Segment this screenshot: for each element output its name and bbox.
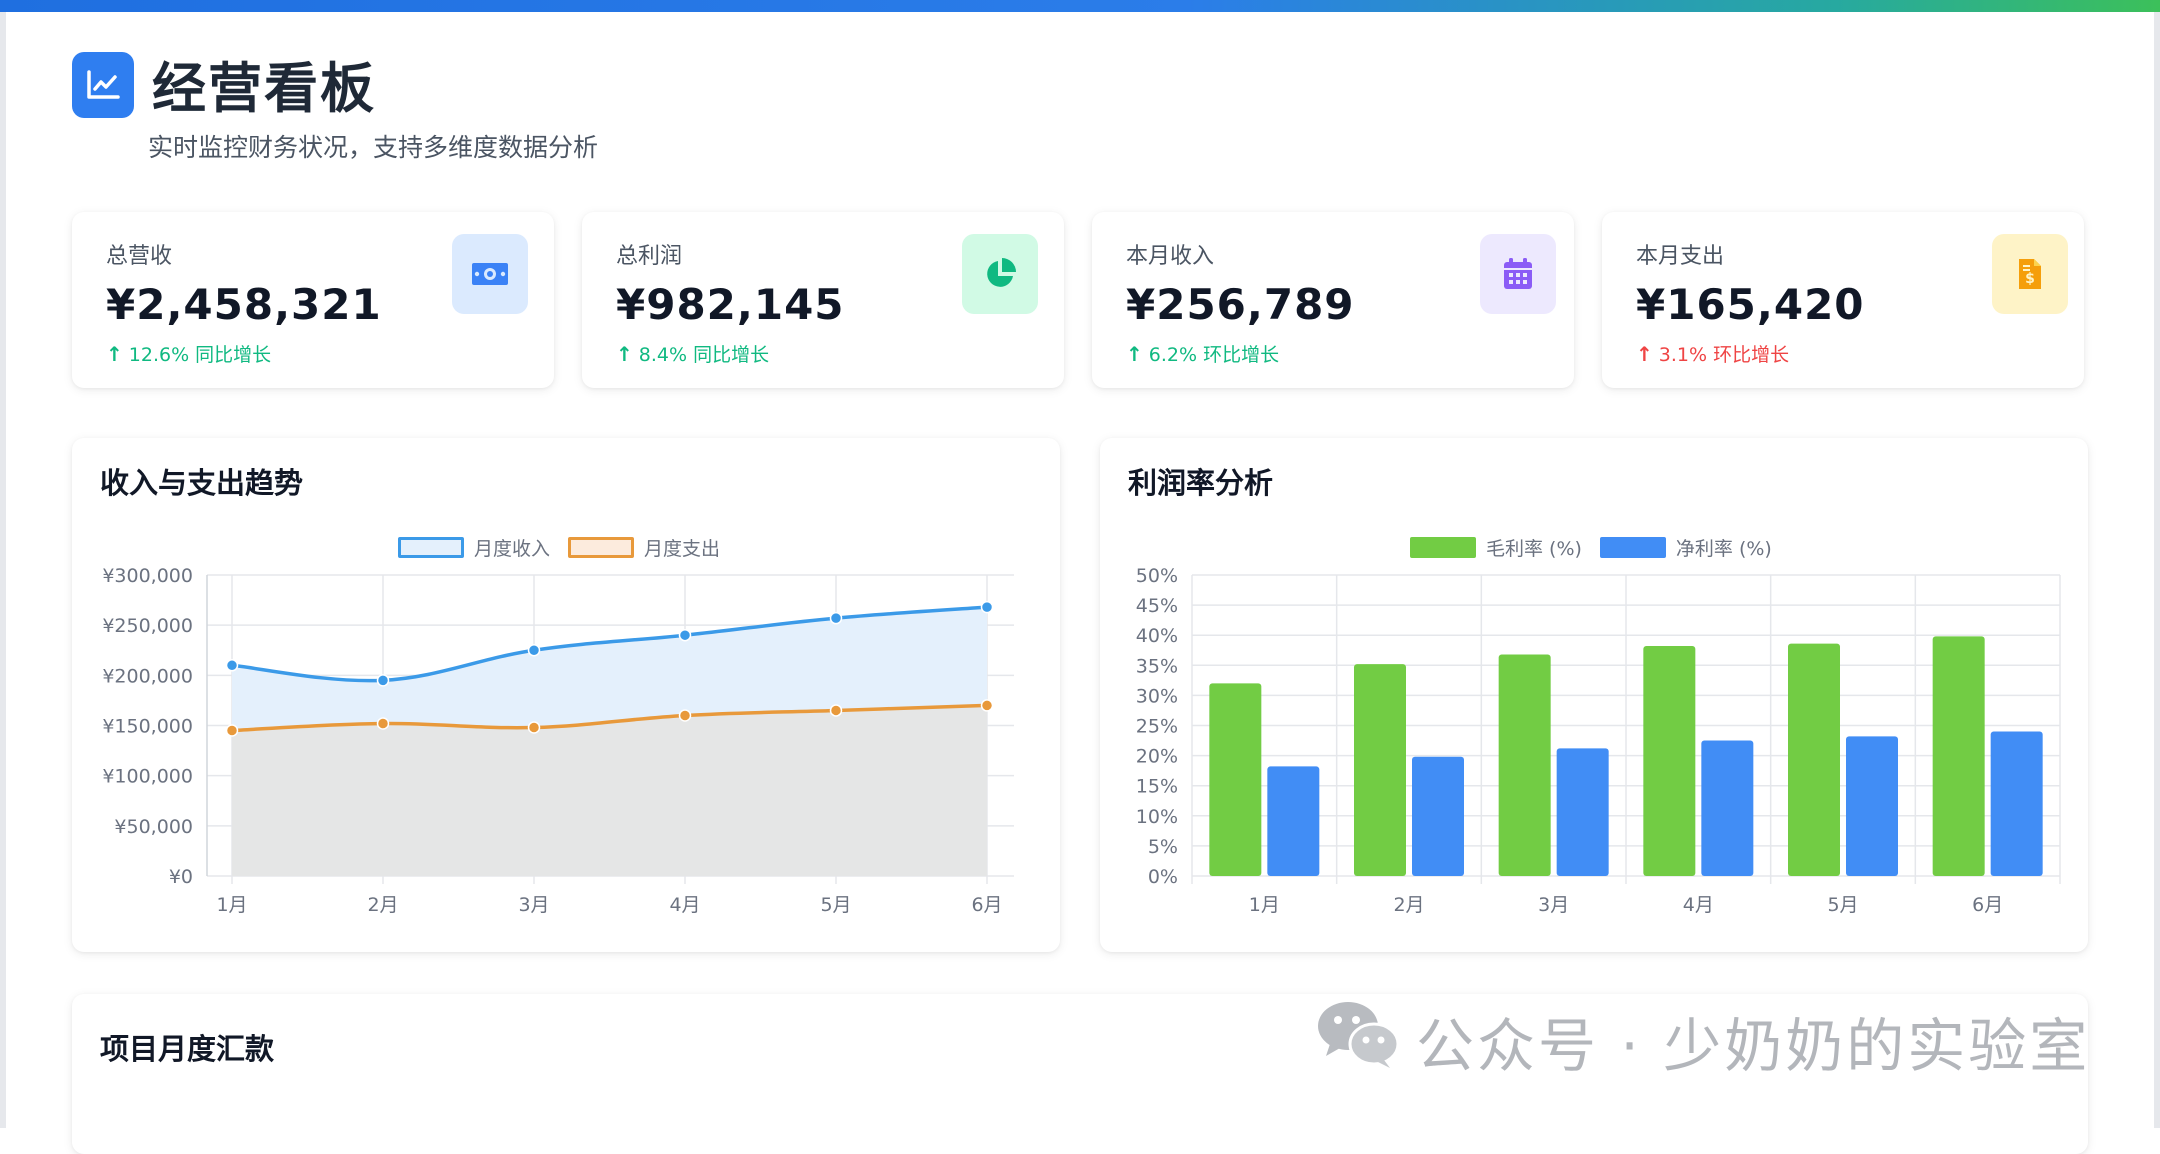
series-area-1 (232, 705, 987, 876)
bar-net-margin (1846, 736, 1898, 876)
y-tick-label: 30% (1136, 685, 1178, 707)
stat-trend-text: 12.6% 同比增长 (128, 344, 272, 366)
stat-trend: ↑ 12.6% 同比增长 (106, 340, 271, 367)
stat-trend: ↑ 3.1% 环比增长 (1636, 340, 1789, 367)
data-point (980, 600, 994, 614)
wechat-icon (1316, 998, 1400, 1084)
pie-chart-icon (962, 234, 1038, 314)
page-title: 经营看板 (152, 57, 376, 120)
chart-line-icon (72, 52, 134, 118)
bar-net-margin (1556, 748, 1609, 876)
x-tick-label: 5月 (1827, 894, 1858, 916)
x-tick-label: 6月 (971, 894, 1002, 916)
stat-card-total-profit: 总利润 ¥982,145 ↑ 8.4% 同比增长 (582, 212, 1064, 388)
stat-label: 总利润 (616, 244, 683, 269)
x-tick-label: 6月 (1972, 894, 2003, 916)
stat-trend-text: 6.2% 环比增长 (1148, 344, 1280, 366)
y-tick-label: 20% (1136, 746, 1178, 768)
bar-gross-margin (1788, 643, 1840, 876)
bar-net-margin (1267, 766, 1320, 876)
line-chart: ¥0 ¥50,000 ¥100,000 ¥150,000 ¥200,000 ¥250,00… (102, 565, 1014, 916)
stat-value: ¥256,789 (1126, 280, 1355, 329)
y-tick-label: 35% (1136, 655, 1178, 677)
stat-trend: ↑ 6.2% 环比增长 (1126, 340, 1279, 367)
panel-title: 项目月度汇款 (100, 1032, 275, 1066)
x-tick-label: 4月 (669, 894, 700, 916)
money-bill-icon (452, 234, 528, 314)
y-tick-label: ¥50,000 (114, 816, 193, 838)
x-tick-label: 4月 (1683, 894, 1714, 916)
bar-net-margin (1990, 731, 2043, 876)
stat-card-month-income: 本月收入 ¥256,789 ↑ 6.2% 环比增长 (1092, 212, 1574, 388)
watermark-text: 公众号 · 少奶奶的实验室 (1416, 1012, 2091, 1080)
bar-net-margin (1701, 740, 1754, 876)
arrow-up-icon: ↑ (1126, 341, 1143, 366)
bar-gross-margin (1643, 646, 1696, 876)
y-tick-label: 5% (1148, 836, 1178, 858)
x-tick-label: 3月 (1538, 894, 1569, 916)
y-tick-label: ¥200,000 (102, 665, 193, 687)
bar-gross-margin (1932, 636, 1985, 876)
stat-value: ¥982,145 (616, 280, 845, 329)
data-point (376, 717, 390, 730)
x-tick-label: 3月 (518, 894, 549, 916)
data-point (829, 611, 843, 625)
y-tick-label: ¥100,000 (102, 766, 193, 788)
bar-net-margin (1412, 756, 1464, 876)
y-tick-label: 15% (1136, 776, 1178, 798)
y-tick-label: 25% (1136, 716, 1178, 738)
y-tick-label: 10% (1136, 806, 1178, 828)
data-point (527, 721, 541, 734)
stat-trend-text: 8.4% 同比增长 (638, 344, 770, 366)
left-border (0, 12, 6, 1128)
y-tick-label: ¥250,000 (102, 615, 193, 637)
stat-value: ¥165,420 (1636, 280, 1865, 329)
bar-chart: 0% 5% 10% 15% 20% 25% 30% 35% 40% 45% 50% 1月 2月 3月 4月 5… (1136, 565, 2061, 916)
watermark: 公众号 · 少奶奶的实验室 (1316, 998, 2090, 1084)
data-point (980, 699, 994, 712)
data-point (225, 724, 239, 737)
data-point (376, 674, 390, 687)
right-border (2154, 12, 2160, 1128)
bar-gross-margin (1354, 664, 1406, 876)
y-tick-label: ¥150,000 (102, 716, 193, 738)
calendar-icon (1480, 234, 1556, 314)
stat-label: 总营收 (106, 244, 173, 269)
x-tick-label: 5月 (820, 894, 851, 916)
data-point (829, 704, 843, 717)
stat-card-month-expense: 本月支出 ¥165,420 ↑ 3.1% 环比增长 $ (1602, 212, 2084, 388)
top-accent-bar (0, 0, 2160, 12)
y-tick-label: 50% (1136, 565, 1178, 587)
arrow-up-icon: ↑ (1636, 341, 1653, 366)
x-tick-label: 1月 (216, 894, 247, 916)
data-point (678, 709, 692, 722)
y-tick-label: 0% (1148, 866, 1178, 888)
data-point (678, 628, 692, 642)
stat-card-total-revenue: 总营收 ¥2,458,321 ↑ 12.6% 同比增长 (72, 212, 554, 388)
stat-trend-text: 3.1% 环比增长 (1658, 344, 1790, 366)
data-point (527, 644, 541, 657)
y-tick-label: ¥300,000 (102, 565, 193, 587)
income-expense-trend-panel: 收入与支出趋势 月度收入 月度支出 ¥0 ¥50,000 ¥100,000 ¥150,… (72, 438, 1060, 952)
y-tick-label: ¥0 (169, 866, 193, 888)
arrow-up-icon: ↑ (616, 341, 633, 366)
data-point (225, 659, 239, 672)
x-tick-label: 2月 (367, 894, 398, 916)
arrow-up-icon: ↑ (106, 341, 123, 366)
x-tick-label: 1月 (1249, 894, 1280, 916)
bar-gross-margin (1498, 654, 1551, 876)
page-subtitle: 实时监控财务状况，支持多维度数据分析 (148, 133, 599, 162)
svg-text:$: $ (2025, 271, 2035, 287)
stat-label: 本月收入 (1126, 244, 1215, 269)
y-tick-label: 45% (1136, 595, 1178, 617)
bar-gross-margin (1209, 683, 1262, 876)
y-tick-label: 40% (1136, 625, 1178, 647)
stat-trend: ↑ 8.4% 同比增长 (616, 340, 769, 367)
profit-margin-panel: 利润率分析 毛利率 (%) 净利率 (%) 0% 5% 10% 15% 20% 25% 30… (1100, 438, 2088, 952)
invoice-dollar-icon: $ (1992, 234, 2068, 314)
x-tick-label: 2月 (1393, 894, 1424, 916)
stat-label: 本月支出 (1636, 244, 1725, 269)
stat-value: ¥2,458,321 (106, 280, 382, 329)
